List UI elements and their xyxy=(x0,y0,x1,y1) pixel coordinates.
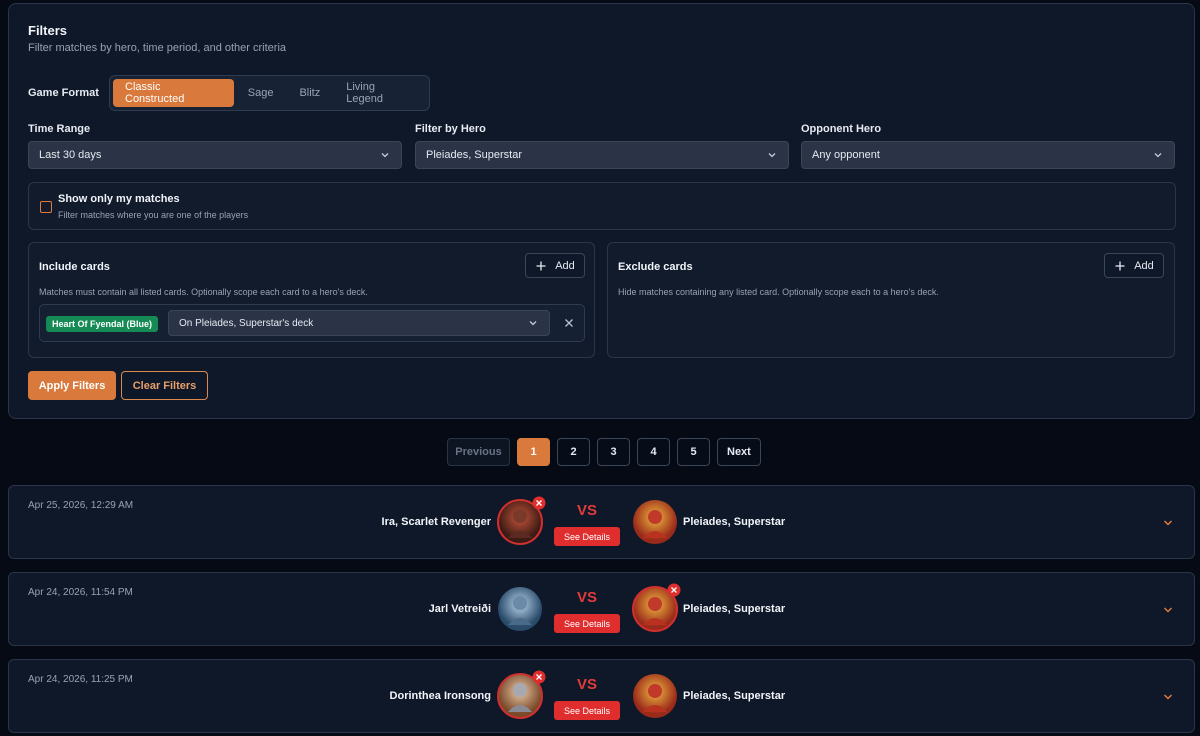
filters-subtitle: Filter matches by hero, time period, and… xyxy=(28,42,287,54)
time-range-value: Last 30 days xyxy=(39,149,102,161)
card-scope-select[interactable]: On Pleiades, Superstar's deck xyxy=(168,310,550,336)
card-badge: Heart Of Fyendal (Blue) xyxy=(46,316,159,332)
match-date: Apr 25, 2026, 12:29 AM xyxy=(28,500,134,511)
opponent-hero-value: Any opponent xyxy=(812,149,880,161)
tab-blitz[interactable]: Blitz xyxy=(287,79,332,107)
hero-filter-label: Filter by Hero xyxy=(415,123,486,135)
winner-badge-icon xyxy=(532,670,546,684)
vs-label: VS xyxy=(577,502,598,519)
match-row[interactable]: Apr 24, 2026, 11:54 PM Jarl Vetreiði VS … xyxy=(8,572,1195,646)
clear-filters-button[interactable]: Clear Filters xyxy=(121,371,208,400)
plus-icon xyxy=(536,261,546,270)
include-cards-description: Matches must contain all listed cards. O… xyxy=(39,287,368,297)
hero-filter-value: Pleiades, Superstar xyxy=(426,149,522,161)
exclude-add-button[interactable]: Add xyxy=(1104,253,1164,278)
exclude-cards-panel: Exclude cards Add Hide matches containin… xyxy=(607,242,1175,358)
game-format-label: Game Format xyxy=(28,87,99,99)
opponent-hero-select[interactable]: Any opponent xyxy=(801,141,1175,169)
player2-avatar xyxy=(631,672,679,720)
see-details-button[interactable]: See Details xyxy=(554,701,620,720)
player2-name: Pleiades, Superstar xyxy=(683,516,786,528)
show-only-title: Show only my matches xyxy=(58,193,180,205)
chevron-down-icon[interactable] xyxy=(1162,517,1174,529)
apply-filters-button[interactable]: Apply Filters xyxy=(28,371,116,400)
chevron-down-icon xyxy=(529,321,537,326)
player1-avatar xyxy=(496,585,544,633)
see-details-button[interactable]: See Details xyxy=(554,614,620,633)
player2-avatar xyxy=(631,498,679,546)
exclude-cards-title: Exclude cards xyxy=(618,261,693,273)
chevron-down-icon xyxy=(768,153,776,158)
include-add-button[interactable]: Add xyxy=(525,253,585,278)
tab-sage[interactable]: Sage xyxy=(236,79,286,107)
remove-card-icon[interactable] xyxy=(561,315,577,331)
time-range-select[interactable]: Last 30 days xyxy=(28,141,402,169)
winner-badge-icon xyxy=(532,496,546,510)
plus-icon xyxy=(1115,261,1125,270)
show-only-checkbox[interactable] xyxy=(40,201,52,213)
player2-name: Pleiades, Superstar xyxy=(683,603,786,615)
card-scope-value: On Pleiades, Superstar's deck xyxy=(179,317,314,329)
include-cards-panel: Include cards Add Matches must contain a… xyxy=(28,242,595,358)
match-date: Apr 24, 2026, 11:54 PM xyxy=(28,587,133,598)
chevron-down-icon[interactable] xyxy=(1162,604,1174,616)
tab-classic-constructed[interactable]: Classic Constructed xyxy=(113,79,234,107)
exclude-add-label: Add xyxy=(1134,259,1154,272)
pagination: Previous 1 2 3 4 5 Next xyxy=(447,438,761,466)
include-add-label: Add xyxy=(555,259,575,272)
previous-page-button[interactable]: Previous xyxy=(447,438,510,466)
page-5-button[interactable]: 5 xyxy=(677,438,710,466)
show-only-subtitle: Filter matches where you are one of the … xyxy=(58,210,249,220)
chevron-down-icon[interactable] xyxy=(1162,691,1174,703)
chevron-down-icon xyxy=(381,153,389,158)
match-date: Apr 24, 2026, 11:25 PM xyxy=(28,674,133,685)
game-format-tabs: Classic Constructed Sage Blitz Living Le… xyxy=(109,75,430,111)
vs-label: VS xyxy=(577,589,598,606)
page-3-button[interactable]: 3 xyxy=(597,438,630,466)
filters-title: Filters xyxy=(28,23,68,38)
opponent-hero-label: Opponent Hero xyxy=(801,123,882,135)
player2-avatar xyxy=(631,583,681,633)
show-only-my-matches: Show only my matches Filter matches wher… xyxy=(28,182,1176,230)
player1-name: Dorinthea Ironsong xyxy=(389,690,491,702)
player1-name: Ira, Scarlet Revenger xyxy=(381,516,491,528)
time-range-label: Time Range xyxy=(28,123,91,135)
player1-name: Jarl Vetreiði xyxy=(428,603,491,615)
page-1-button[interactable]: 1 xyxy=(517,438,550,466)
filters-panel: Filters Filter matches by hero, time per… xyxy=(8,3,1195,419)
winner-badge-icon xyxy=(667,583,681,597)
player1-avatar xyxy=(496,670,546,720)
player2-name: Pleiades, Superstar xyxy=(683,690,786,702)
vs-label: VS xyxy=(577,676,598,693)
player1-avatar xyxy=(496,496,546,546)
next-page-button[interactable]: Next xyxy=(717,438,761,466)
see-details-button[interactable]: See Details xyxy=(554,527,620,546)
exclude-cards-description: Hide matches containing any listed card.… xyxy=(618,287,939,297)
hero-filter-select[interactable]: Pleiades, Superstar xyxy=(415,141,789,169)
page-2-button[interactable]: 2 xyxy=(557,438,590,466)
include-card-row: Heart Of Fyendal (Blue) On Pleiades, Sup… xyxy=(39,304,585,342)
include-cards-title: Include cards xyxy=(39,261,110,273)
tab-living-legend[interactable]: Living Legend xyxy=(334,79,426,107)
page-4-button[interactable]: 4 xyxy=(637,438,670,466)
match-row[interactable]: Apr 25, 2026, 12:29 AM Ira, Scarlet Reve… xyxy=(8,485,1195,559)
match-row[interactable]: Apr 24, 2026, 11:25 PM Dorinthea Ironson… xyxy=(8,659,1195,733)
chevron-down-icon xyxy=(1154,153,1162,158)
